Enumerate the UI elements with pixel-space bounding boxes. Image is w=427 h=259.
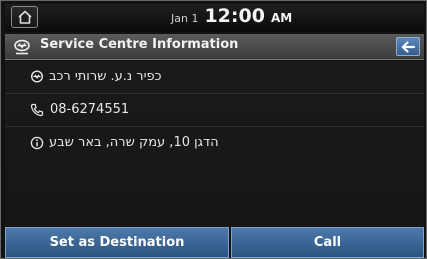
address-row: הדגן 10, עמק שרה, באר שבע: [5, 127, 424, 160]
home-icon: [17, 10, 32, 24]
phone-number: 08-6274551: [50, 102, 130, 117]
service-centre-icon: [30, 70, 44, 83]
info-panel: כפיר נ.ע. שרותי רכב 08-6274551 הדגן 10, …: [5, 61, 424, 226]
name-row: כפיר נ.ע. שרותי רכב: [5, 61, 424, 94]
back-button[interactable]: [396, 37, 420, 56]
address-text: הדגן 10, עמק שרה, באר שבע: [49, 135, 219, 150]
screen-frame: Jan 1 12:00 AM Service Centre Informatio…: [0, 0, 427, 259]
service-centre-name: כפיר נ.ע. שרותי רכב: [49, 69, 162, 84]
status-bar: Jan 1 12:00 AM: [5, 4, 424, 32]
home-button[interactable]: [11, 6, 38, 28]
title-bar: Service Centre Information: [5, 34, 424, 60]
phone-row: 08-6274551: [5, 94, 424, 127]
service-centre-icon: [14, 39, 30, 55]
call-button[interactable]: Call: [231, 227, 424, 258]
ampm-text: AM: [270, 11, 293, 25]
info-icon: [30, 136, 44, 150]
phone-icon: [30, 103, 44, 117]
page-title: Service Centre Information: [40, 37, 239, 52]
clock: Jan 1 12:00 AM: [171, 5, 292, 31]
back-arrow-icon: [401, 40, 415, 53]
time-text: 12:00: [204, 5, 265, 27]
set-destination-button[interactable]: Set as Destination: [5, 227, 229, 258]
date-text: Jan 1: [171, 12, 199, 25]
